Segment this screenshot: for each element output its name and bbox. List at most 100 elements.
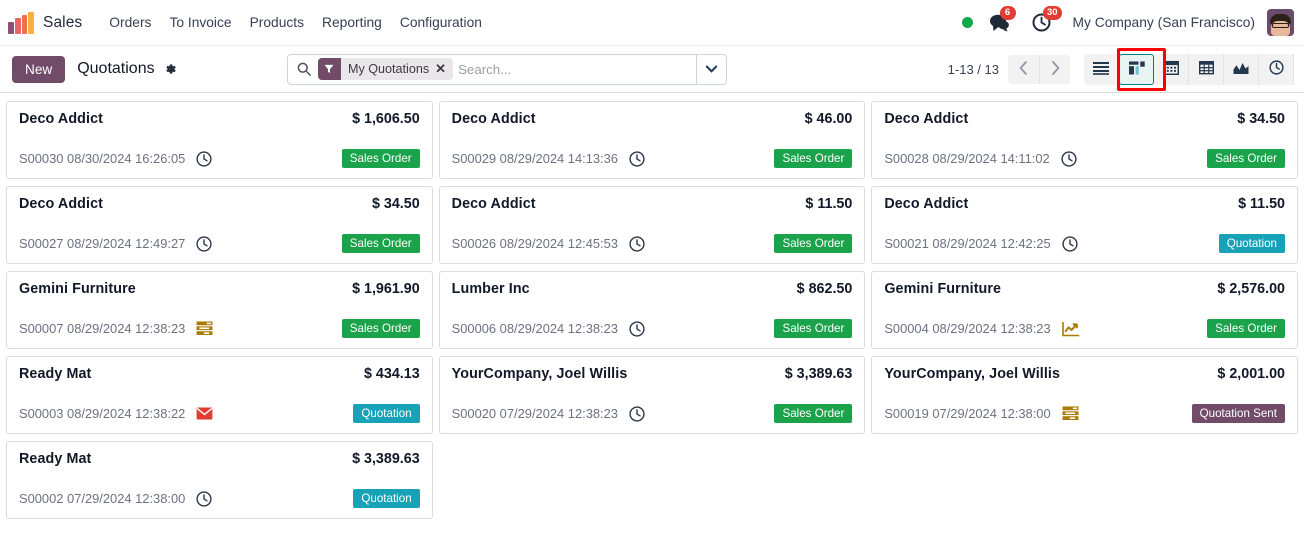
- clock-icon[interactable]: [629, 150, 645, 167]
- close-icon[interactable]: ✕: [434, 61, 453, 77]
- kanban-card-amount: $ 2,576.00: [1217, 281, 1285, 297]
- kanban-card-reference: S00030 08/30/2024 16:26:05: [19, 151, 186, 166]
- search-facet-my-quotations[interactable]: My Quotations ✕: [317, 58, 454, 80]
- kanban-card[interactable]: Ready Mat $ 3,389.63 S00002 07/29/2024 12:…: [6, 441, 433, 519]
- envelope-icon[interactable]: [196, 407, 213, 420]
- kanban-card-partner: Ready Mat: [19, 366, 92, 382]
- kanban-card-header: Deco Addict $ 11.50: [452, 196, 853, 212]
- kanban-card-meta: S00020 07/29/2024 12:38:23: [452, 405, 645, 422]
- clock-icon[interactable]: [629, 235, 645, 252]
- kanban-card-reference: S00006 08/29/2024 12:38:23: [451, 321, 618, 336]
- view-switcher-graph[interactable]: [1224, 53, 1259, 85]
- kanban-card-amount: $ 862.50: [796, 281, 853, 297]
- kanban-card-header: Deco Addict $ 1,606.50: [19, 111, 420, 127]
- kanban-card-meta: S00021 08/29/2024 12:42:25: [884, 235, 1078, 252]
- kanban-card-header: Deco Addict $ 46.00: [452, 111, 853, 127]
- view-switcher: [1084, 47, 1294, 91]
- kanban-card-meta: S00004 08/29/2024 12:38:23: [884, 321, 1079, 337]
- kanban-card[interactable]: Deco Addict $ 34.50 S00027 08/29/2024 12:4…: [6, 186, 433, 264]
- kanban-card-footer: S00007 08/29/2024 12:38:23 Sales Order: [19, 319, 420, 338]
- kanban-card-partner: Deco Addict: [884, 111, 969, 127]
- company-switcher[interactable]: My Company (San Francisco): [1073, 15, 1255, 30]
- view-switcher-list[interactable]: [1084, 53, 1119, 85]
- nav-item-to-invoice[interactable]: To Invoice: [160, 9, 240, 36]
- kanban-card[interactable]: YourCompany, Joel Willis $ 2,001.00 S00019…: [871, 356, 1298, 434]
- kanban-card-meta: S00030 08/30/2024 16:26:05: [19, 150, 212, 167]
- kanban-card-partner: Gemini Furniture: [19, 281, 136, 297]
- kanban-card[interactable]: Deco Addict $ 46.00 S00029 08/29/2024 14:1…: [438, 101, 866, 179]
- activity-clock-icon: [1268, 60, 1284, 78]
- new-button[interactable]: New: [12, 55, 66, 83]
- control-panel-left: New Quotations: [12, 55, 177, 83]
- kanban-card-amount: $ 46.00: [804, 111, 853, 127]
- clock-icon[interactable]: [196, 235, 212, 252]
- status-badge: Sales Order: [774, 149, 853, 168]
- kanban-card[interactable]: Deco Addict $ 34.50 S00028 08/29/2024 14:1…: [871, 101, 1298, 179]
- kanban-card-header: YourCompany, Joel Willis $ 3,389.63: [452, 366, 853, 382]
- app-title[interactable]: Sales: [43, 14, 82, 32]
- kanban-card[interactable]: Ready Mat $ 434.13 S00003 08/29/2024 12:38…: [6, 356, 433, 434]
- kanban-card-partner: Deco Addict: [451, 111, 536, 127]
- kanban-card-header: Ready Mat $ 3,389.63: [19, 451, 420, 467]
- kanban-card-meta: S00003 08/29/2024 12:38:22: [19, 406, 213, 421]
- chevron-down-icon[interactable]: [695, 54, 726, 84]
- kanban-board: Deco Addict $ 1,606.50 S00030 08/30/2024 1…: [0, 93, 1304, 543]
- clock-icon[interactable]: [629, 405, 645, 422]
- kanban-column-3: Deco Addict $ 34.50 S00028 08/29/2024 14:1…: [871, 101, 1298, 519]
- view-switcher-kanban[interactable]: [1119, 53, 1154, 85]
- clock-icon[interactable]: [196, 150, 212, 167]
- kanban-card-reference: S00007 08/29/2024 12:38:23: [19, 321, 186, 336]
- kanban-card-footer: S00020 07/29/2024 12:38:23 Sales Order: [452, 404, 853, 423]
- clock-icon[interactable]: [629, 320, 645, 337]
- pivot-table-icon: [1198, 60, 1214, 78]
- kanban-card[interactable]: Deco Addict $ 11.50 S00026 08/29/2024 12:4…: [438, 186, 866, 264]
- chevron-left-icon: [1019, 60, 1028, 78]
- clock-icon[interactable]: [196, 490, 212, 507]
- kanban-card-meta: S00028 08/29/2024 14:11:02: [884, 150, 1077, 167]
- view-switcher-calendar[interactable]: [1154, 53, 1189, 85]
- kanban-card-partner: Deco Addict: [884, 196, 969, 212]
- nav-item-configuration[interactable]: Configuration: [391, 9, 491, 36]
- pager-range[interactable]: 1-13 / 13: [948, 62, 999, 77]
- gear-icon[interactable]: [163, 62, 177, 76]
- activities-menu[interactable]: 30: [1032, 6, 1063, 32]
- avatar[interactable]: [1267, 9, 1294, 36]
- upload-document-icon[interactable]: [1062, 406, 1079, 421]
- clock-icon[interactable]: [1061, 150, 1077, 167]
- nav-item-products[interactable]: Products: [241, 9, 313, 36]
- nav-item-orders[interactable]: Orders: [100, 9, 160, 36]
- status-badge: Sales Order: [341, 234, 420, 253]
- kanban-card-amount: $ 1,606.50: [352, 111, 420, 127]
- odoo-bars-logo[interactable]: [8, 11, 34, 34]
- kanban-card[interactable]: Gemini Furniture $ 1,961.90 S00007 08/29/2…: [6, 271, 433, 349]
- kanban-card-amount: $ 34.50: [1237, 111, 1285, 127]
- chart-line-icon[interactable]: [1061, 321, 1080, 337]
- kanban-card-footer: S00002 07/29/2024 12:38:00 Quotation: [19, 489, 420, 508]
- search-view[interactable]: My Quotations ✕: [286, 53, 727, 85]
- clock-icon[interactable]: [1062, 235, 1078, 252]
- messages-menu[interactable]: 6: [989, 6, 1016, 32]
- nav-item-reporting[interactable]: Reporting: [313, 9, 391, 36]
- kanban-card-partner: Deco Addict: [19, 111, 103, 127]
- top-navbar: Sales Orders To Invoice Products Reporti…: [0, 0, 1304, 46]
- avatar-glasses: [1272, 23, 1289, 28]
- kanban-card[interactable]: Lumber Inc $ 862.50 S00006 08/29/2024 12:3…: [438, 271, 866, 349]
- view-switcher-pivot[interactable]: [1189, 53, 1224, 85]
- kanban-card[interactable]: YourCompany, Joel Willis $ 3,389.63 S00020…: [438, 356, 866, 434]
- kanban-card-amount: $ 11.50: [805, 196, 853, 212]
- kanban-card[interactable]: Deco Addict $ 11.50 S00021 08/29/2024 12:4…: [871, 186, 1298, 264]
- upload-document-icon[interactable]: [196, 321, 213, 336]
- kanban-card[interactable]: Gemini Furniture $ 2,576.00 S00004 08/29/2…: [871, 271, 1298, 349]
- pager-previous-button[interactable]: [1008, 54, 1039, 84]
- view-switcher-activity[interactable]: [1259, 53, 1294, 85]
- pager-next-button[interactable]: [1039, 54, 1070, 84]
- kanban-icon: [1128, 61, 1145, 78]
- kanban-card-footer: S00019 07/29/2024 12:38:00 Quotation Sent: [884, 404, 1285, 423]
- search-input[interactable]: [458, 54, 696, 84]
- status-badge: Sales Order: [1207, 319, 1285, 338]
- chevron-right-icon: [1051, 60, 1060, 78]
- breadcrumb[interactable]: Quotations: [77, 60, 154, 78]
- kanban-card-meta: S00027 08/29/2024 12:49:27: [19, 235, 212, 252]
- kanban-card-reference: S00028 08/29/2024 14:11:02: [884, 151, 1050, 166]
- kanban-card[interactable]: Deco Addict $ 1,606.50 S00030 08/30/2024 1…: [6, 101, 433, 179]
